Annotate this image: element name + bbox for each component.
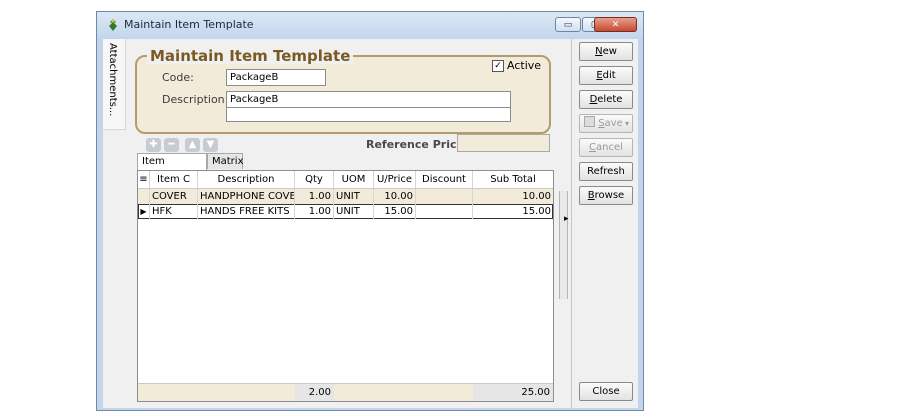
move-up-button[interactable]: ▲ <box>185 138 200 152</box>
cell-discount[interactable] <box>416 189 473 204</box>
reference-price-label: Reference Price: <box>366 138 469 151</box>
minimize-button[interactable]: ▭ <box>555 17 581 32</box>
client-area: Attachments... Maintain Item Template Co… <box>103 39 638 408</box>
column-header-description[interactable]: Description <box>198 171 295 188</box>
cell-description[interactable]: HANDPHONE COVER <box>198 189 295 204</box>
new-button-accel: N <box>595 46 603 57</box>
grid-footer: 2.00 25.00 <box>138 383 553 401</box>
cell-uprice[interactable]: 15.00 <box>374 204 416 219</box>
cell-subtotal[interactable]: 15.00 <box>473 204 553 219</box>
row-selector-header: ≡ <box>138 171 150 188</box>
description-label: Description: <box>162 93 229 106</box>
edit-button[interactable]: Edit <box>579 66 633 85</box>
edit-button-label: dit <box>602 70 616 81</box>
active-label: Active <box>507 59 542 72</box>
tab-matrix[interactable]: Matrix <box>207 153 243 169</box>
app-icon <box>109 19 117 31</box>
description-input[interactable]: PackageB <box>226 91 511 108</box>
check-icon: ✓ <box>492 59 504 72</box>
column-header-item[interactable]: Item C <box>150 171 198 188</box>
active-checkbox[interactable]: ✓ Active <box>492 59 541 72</box>
browse-button[interactable]: Browse <box>579 186 633 205</box>
minimize-icon: ▭ <box>563 19 573 30</box>
cell-item[interactable]: COVER <box>150 189 198 204</box>
cell-qty[interactable]: 1.00 <box>295 204 334 219</box>
cell-discount[interactable] <box>416 204 473 219</box>
column-header-qty[interactable]: Qty <box>295 171 334 188</box>
cancel-button-accel: C <box>589 142 597 153</box>
code-label: Code: <box>162 71 194 84</box>
reference-price-input[interactable] <box>457 134 550 152</box>
delete-button-label: elete <box>597 94 623 105</box>
attachments-tab[interactable]: Attachments... <box>103 39 126 130</box>
grid-header: ≡ Item C Description Qty UOM U/Price Dis… <box>138 171 553 189</box>
title-bar[interactable]: Maintain Item Template ▭ ▢ ✕ <box>97 12 643 38</box>
close-window-button[interactable]: ✕ <box>594 17 637 32</box>
refresh-button[interactable]: Refresh <box>579 162 633 181</box>
new-button[interactable]: New <box>579 42 633 61</box>
item-template-group: Maintain Item Template Code: PackageB De… <box>135 48 551 134</box>
minus-icon: ━ <box>168 139 175 150</box>
tab-item-template[interactable]: Item Template <box>137 153 207 182</box>
cell-qty[interactable]: 1.00 <box>295 189 334 204</box>
cancel-button[interactable]: Cancel <box>579 138 633 157</box>
attachments-tab-label: Attachments... <box>107 43 118 117</box>
chevron-down-icon[interactable]: ▾ <box>625 115 629 132</box>
footer-qty-total: 2.00 <box>295 384 334 401</box>
arrow-up-icon: ▲ <box>188 139 197 150</box>
close-button[interactable]: Close <box>579 382 633 401</box>
row-selector[interactable] <box>138 189 150 204</box>
code-input[interactable]: PackageB <box>226 69 326 86</box>
cell-item[interactable]: HFK <box>150 204 198 219</box>
browse-button-accel: B <box>587 190 595 201</box>
cell-uom[interactable]: UNIT <box>334 189 374 204</box>
column-header-discount[interactable]: Discount <box>416 171 473 188</box>
close-icon: ✕ <box>611 19 620 30</box>
app-window: Maintain Item Template ▭ ▢ ✕ Attachments… <box>96 11 644 411</box>
table-row[interactable]: COVER HANDPHONE COVER 1.00 UNIT 10.00 10… <box>138 189 553 204</box>
new-button-label: ew <box>602 46 617 57</box>
arrow-down-icon: ▼ <box>206 139 215 150</box>
browse-button-label: rowse <box>594 190 625 201</box>
column-header-uom[interactable]: UOM <box>334 171 374 188</box>
column-header-uprice[interactable]: U/Price <box>374 171 416 188</box>
move-down-button[interactable]: ▼ <box>203 138 218 152</box>
tab-matrix-label: Matrix <box>212 156 244 167</box>
cell-subtotal[interactable]: 10.00 <box>473 189 553 204</box>
window-title: Maintain Item Template <box>124 18 254 31</box>
floppy-disk-icon <box>584 116 595 127</box>
chevron-right-icon[interactable]: ▸ <box>564 214 569 224</box>
add-row-button[interactable]: ✚ <box>146 138 161 152</box>
save-button-label: ave <box>604 118 623 129</box>
footer-subtotal-total: 25.00 <box>473 384 553 401</box>
cancel-button-label: ancel <box>596 142 623 153</box>
save-button[interactable]: Save ▾ <box>579 114 633 133</box>
panel-splitter[interactable] <box>559 191 568 299</box>
column-header-subtotal[interactable]: Sub Total <box>473 171 553 188</box>
cell-uom[interactable]: UNIT <box>334 204 374 219</box>
current-row-icon[interactable]: ▶ <box>138 204 150 219</box>
delete-button[interactable]: Delete <box>579 90 633 109</box>
description2-input[interactable] <box>226 107 511 122</box>
item-grid[interactable]: ≡ Item C Description Qty UOM U/Price Dis… <box>137 170 554 402</box>
remove-row-button[interactable]: ━ <box>164 138 179 152</box>
group-title: Maintain Item Template <box>147 48 354 64</box>
cell-uprice[interactable]: 10.00 <box>374 189 416 204</box>
cell-description[interactable]: HANDS FREE KITS <box>198 204 295 219</box>
table-row[interactable]: ▶ HFK HANDS FREE KITS 1.00 UNIT 15.00 15… <box>138 204 553 219</box>
action-panel: New Edit Delete Save ▾ Cancel Refresh Br… <box>571 39 638 408</box>
plus-icon: ✚ <box>149 139 158 150</box>
